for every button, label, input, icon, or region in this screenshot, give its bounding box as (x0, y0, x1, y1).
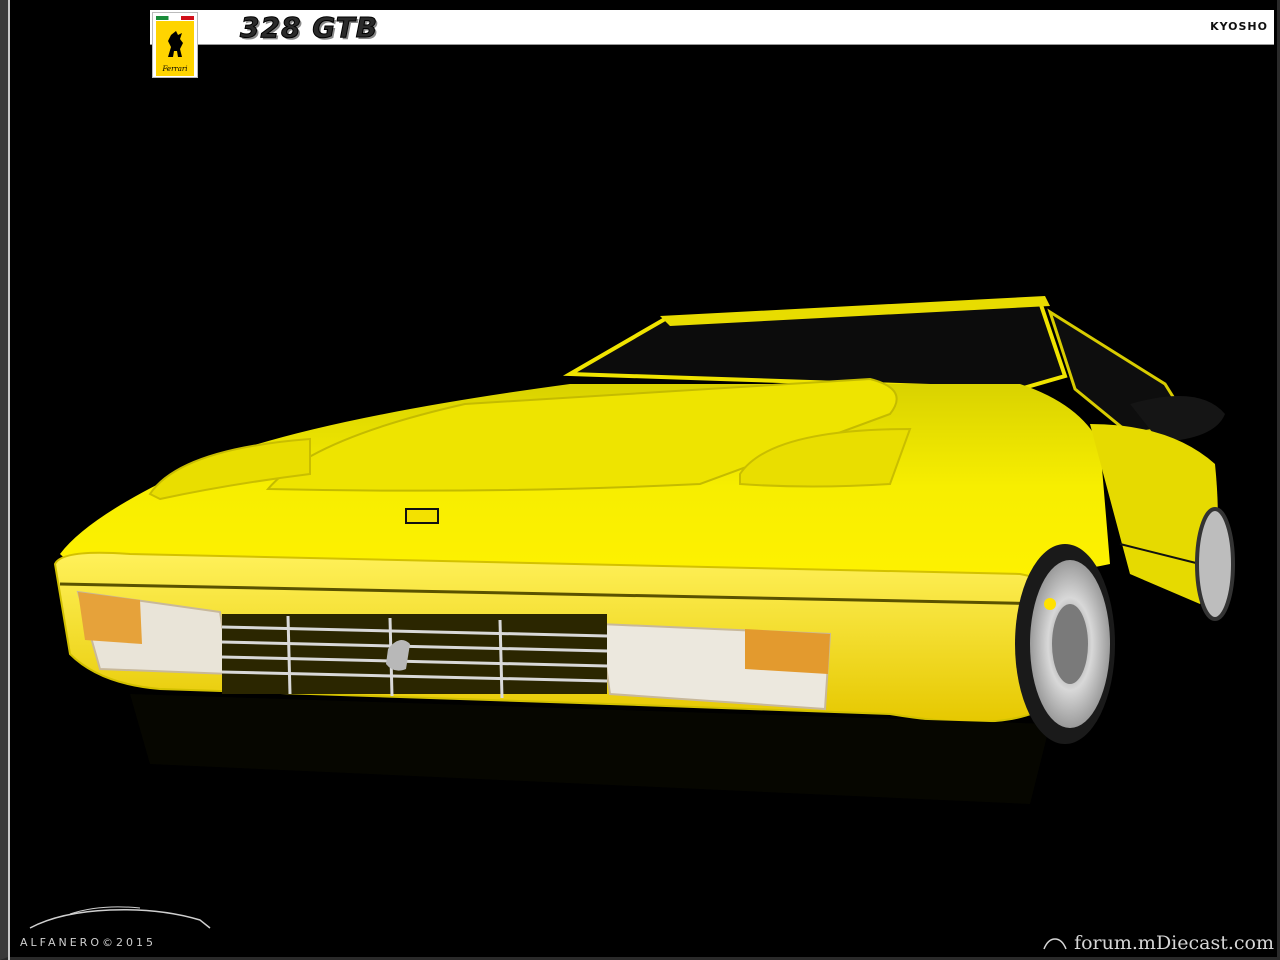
model-title: 328 GTB (239, 11, 379, 45)
car-photo (53, 296, 1235, 804)
signature-text: ALFANERO©2015 (20, 936, 156, 949)
car-outline-icon (1043, 938, 1067, 950)
car-silhouette-logo (29, 906, 211, 929)
maker-label: KYOSHO (1210, 20, 1268, 33)
photographer-signature: ALFANERO©2015 (20, 900, 220, 950)
badge-word: Ferrari (162, 65, 188, 73)
prancing-horse-icon (168, 31, 183, 57)
watermark-text: forum.mDiecast.com (1074, 932, 1274, 954)
forum-watermark: forum.mDiecast.com (1042, 932, 1274, 954)
badge-shield: Ferrari (156, 21, 194, 76)
ferrari-badge: Ferrari (152, 12, 198, 78)
italian-flag-stripe (156, 16, 194, 20)
